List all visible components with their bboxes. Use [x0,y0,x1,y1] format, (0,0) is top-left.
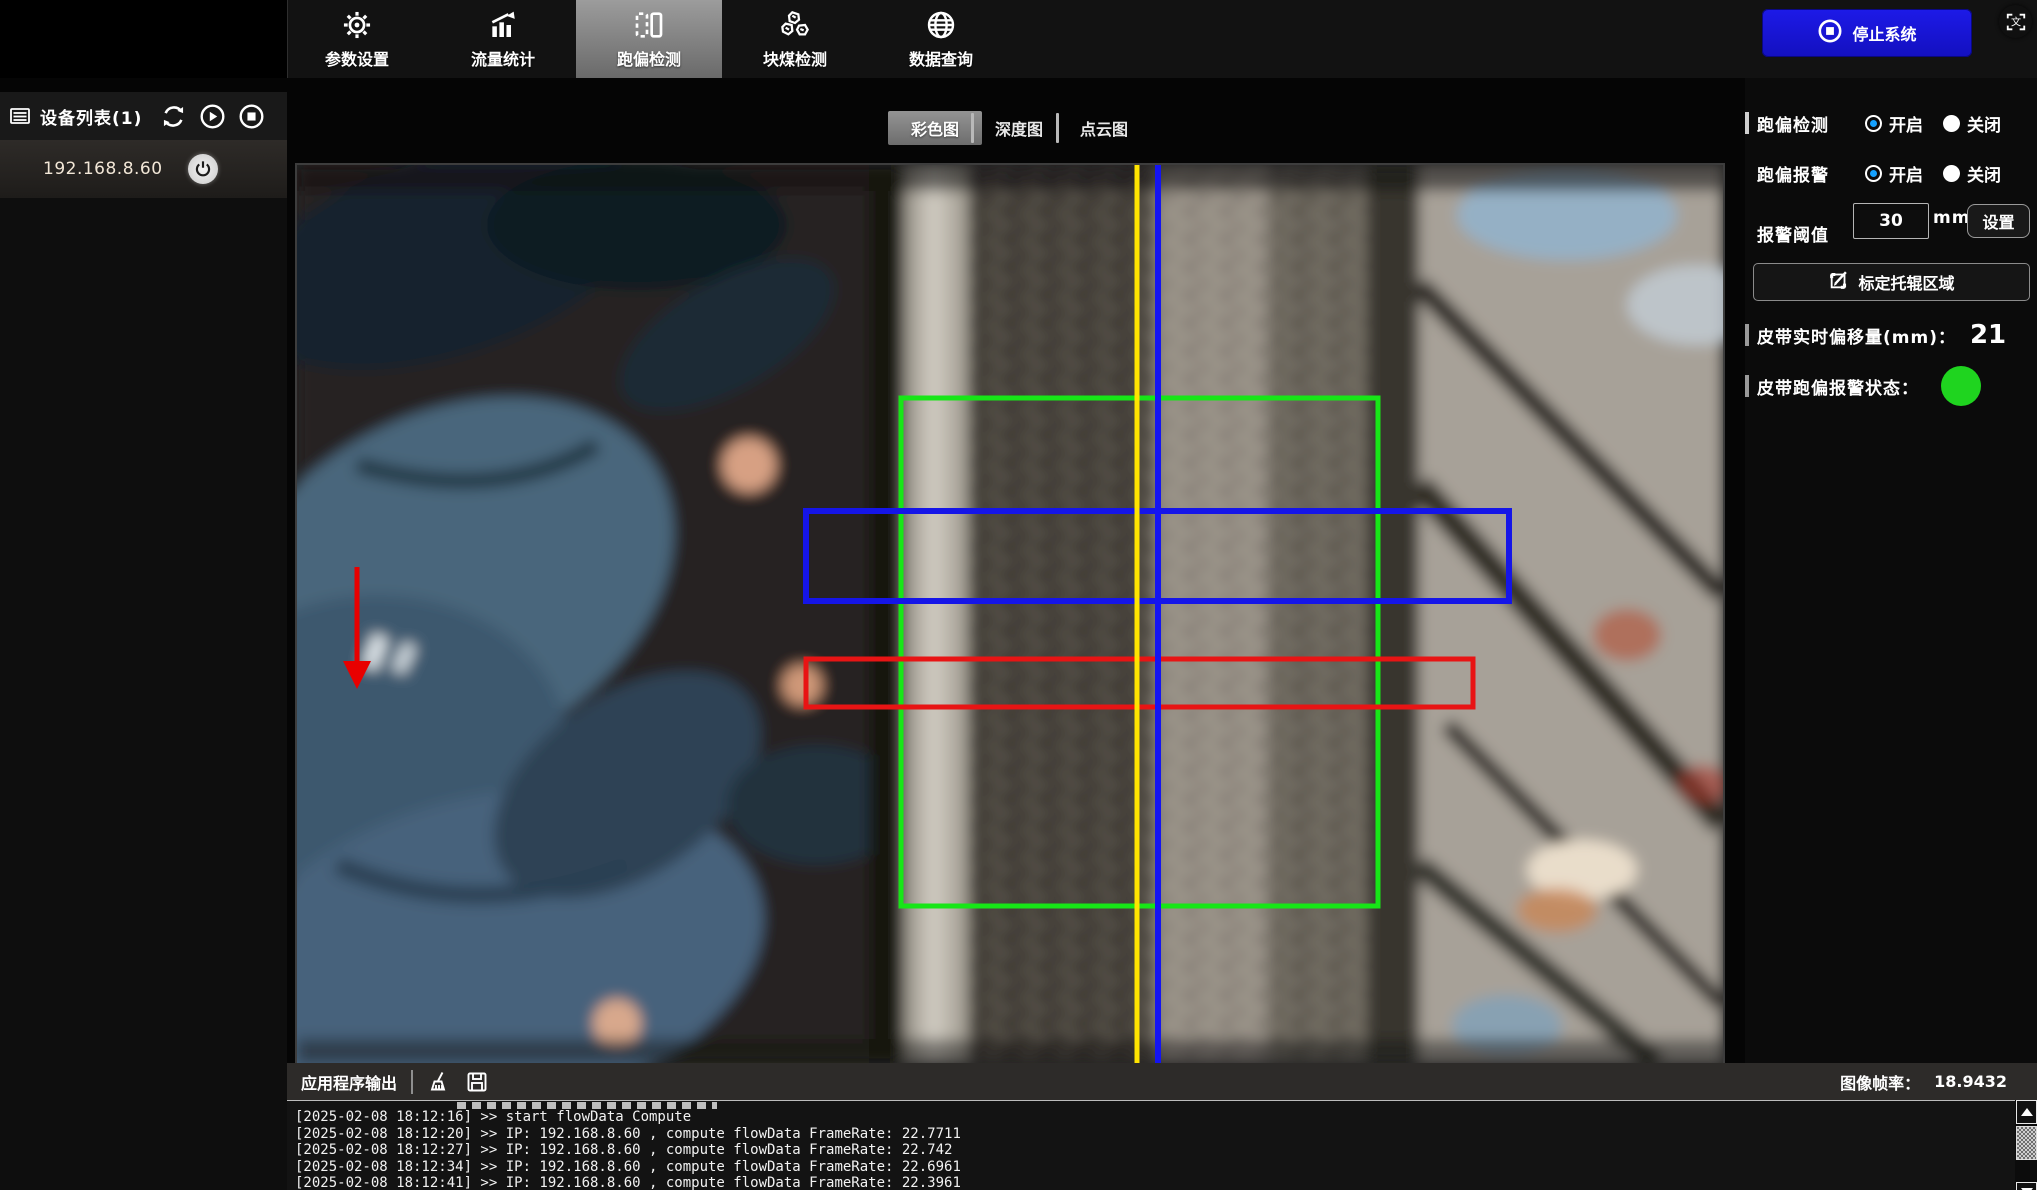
alarm-status-indicator [1941,366,1981,406]
log-title: 应用程序输出 [301,1070,397,1094]
power-button[interactable] [188,154,218,184]
toolbar-item-label: 参数设置 [325,46,389,70]
alarm-threshold-label: 报警阈值 [1757,221,1829,246]
belt-monitor-app: 参数设置 流量统计 跑偏检测 [0,0,2037,1190]
log-line: [2025-02-08 18:12:41] >> IP: 192.168.8.6… [287,1175,2015,1190]
radio-detect-on[interactable] [1865,115,1882,132]
save-icon [465,1070,489,1094]
toolbar-item-label: 流量统计 [471,46,535,70]
alarm-threshold-unit: mm [1933,208,1970,228]
alarm-status-label: 皮带跑偏报警状态： [1757,374,1919,399]
radio-detect-off-label[interactable]: 关闭 [1967,111,2001,136]
device-ip: 192.168.8.60 [43,159,163,179]
section-bar [1745,112,1749,134]
stop-list-button[interactable] [238,103,265,130]
edit-icon [1828,269,1850,295]
device-list-header: 设备列表(1) [0,92,287,140]
radio-alarm-off-label[interactable]: 关闭 [1967,161,2001,186]
frame-rate-value: 18.9432 [1934,1072,2007,1091]
device-sidebar: 设备列表(1) 192.168.8.60 [0,92,287,1190]
translate-glyph: 文 [2010,15,2020,28]
toolbar-item-deviation-detect[interactable]: 跑偏检测 [576,0,722,78]
coal-icon [779,9,811,41]
log-line: [2025-02-08 18:12:20] >> IP: 192.168.8.6… [287,1126,2015,1143]
toolbar-item-param-settings[interactable]: 参数设置 [284,0,430,78]
calibrate-roller-label: 标定托辊区域 [1858,270,1954,294]
toolbar-item-coal-detect[interactable]: 块煤检测 [722,0,868,78]
toolbar-left-spacer [0,0,288,78]
realtime-offset-label: 皮带实时偏移量(mm)： [1757,323,1956,348]
bar-chart-icon [487,9,519,41]
refresh-button[interactable] [160,103,187,130]
log-line: [2025-02-08 18:12:34] >> IP: 192.168.8.6… [287,1159,2015,1176]
clear-log-button[interactable] [427,1070,451,1094]
camera-color-view[interactable] [297,165,1723,1063]
deviation-alarm-row: 跑偏报警 开启 关闭 [1745,160,2037,186]
set-threshold-label: 设置 [1982,209,2014,233]
toolbar-item-data-query[interactable]: 数据查询 [868,0,1014,78]
save-log-button[interactable] [465,1070,489,1094]
set-threshold-button[interactable]: 设置 [1967,204,2030,238]
section-bar [1745,324,1749,346]
stop-system-icon [1817,18,1843,48]
toolbar-item-label: 数据查询 [909,46,973,70]
stop-system-button[interactable]: 停止系统 [1762,9,1972,57]
application-output-panel: 应用程序输出 图像帧率： 18.9432 [2 [287,1063,2037,1190]
tab-separator [1056,113,1059,143]
calibrate-roller-button[interactable]: 标定托辊区域 [1753,263,2030,301]
realtime-offset-row: 皮带实时偏移量(mm)： 21 [1745,320,2037,350]
alarm-threshold-row: 报警阈值 mm 设置 [1745,220,2037,246]
radio-detect-off[interactable] [1943,115,1960,132]
device-list-empty-area [0,198,287,1190]
log-line: [2025-02-08 18:12:16] >> start flowData … [287,1109,2015,1126]
toolbar-item-label: 块煤检测 [763,46,827,70]
log-header: 应用程序输出 图像帧率： 18.9432 [287,1063,2037,1100]
toolbar-item-label: 跑偏检测 [617,46,681,70]
deviation-icon [633,9,665,41]
log-scrollbar[interactable] [2015,1100,2037,1190]
alarm-status-row: 皮带跑偏报警状态： [1745,364,2037,408]
device-list-title: 设备列表(1) [40,104,142,129]
frame-rate: 图像帧率： 18.9432 [1840,1063,2007,1100]
play-button[interactable] [199,103,226,130]
section-bar [1745,375,1749,397]
scrollbar-thumb[interactable] [2016,1126,2037,1160]
main-toolbar: 参数设置 流量统计 跑偏检测 [0,0,2037,78]
toolbar-item-flow-stats[interactable]: 流量统计 [430,0,576,78]
device-list-icon [8,104,32,128]
tab-label: 彩色图 [911,116,959,140]
radio-alarm-on-label[interactable]: 开启 [1889,161,1923,186]
scroll-up-button[interactable] [2016,1100,2037,1124]
divider [411,1070,413,1094]
tab-separator [971,113,974,143]
broom-icon [427,1070,451,1094]
tab-label: 点云图 [1080,116,1128,140]
clipped-log-line [457,1102,717,1109]
scroll-down-button[interactable] [2016,1182,2037,1190]
scene-photo [297,165,1723,1063]
tab-depth-image[interactable]: 深度图 [985,111,1053,145]
tab-color-image[interactable]: 彩色图 [888,111,982,145]
radio-alarm-off[interactable] [1943,165,1960,182]
device-row[interactable]: 192.168.8.60 [0,140,287,198]
tab-point-cloud[interactable]: 点云图 [1070,111,1138,145]
translate-icon[interactable]: 文 [1999,5,2032,38]
radio-detect-on-label[interactable]: 开启 [1889,111,1923,136]
alarm-threshold-input[interactable] [1853,203,1929,239]
deviation-alarm-label: 跑偏报警 [1757,161,1829,186]
gear-icon [341,9,373,41]
radio-alarm-on[interactable] [1865,165,1882,182]
stop-system-label: 停止系统 [1852,21,1916,45]
realtime-offset-value: 21 [1970,320,2006,350]
log-output[interactable]: [2025-02-08 18:12:16] >> start flowData … [287,1100,2015,1190]
deviation-detect-row: 跑偏检测 开启 关闭 [1745,110,2037,136]
deviation-detect-label: 跑偏检测 [1757,111,1829,136]
log-line: [2025-02-08 18:12:27] >> IP: 192.168.8.6… [287,1142,2015,1159]
globe-icon [925,9,957,41]
frame-rate-label: 图像帧率： [1840,1070,1920,1094]
power-icon [193,159,213,179]
detection-settings-panel: 跑偏检测 开启 关闭 跑偏报警 开启 关闭 报警阈值 mm 设置 [1745,78,2037,1063]
tab-label: 深度图 [995,116,1043,140]
triangle-up-icon [2021,1108,2033,1116]
